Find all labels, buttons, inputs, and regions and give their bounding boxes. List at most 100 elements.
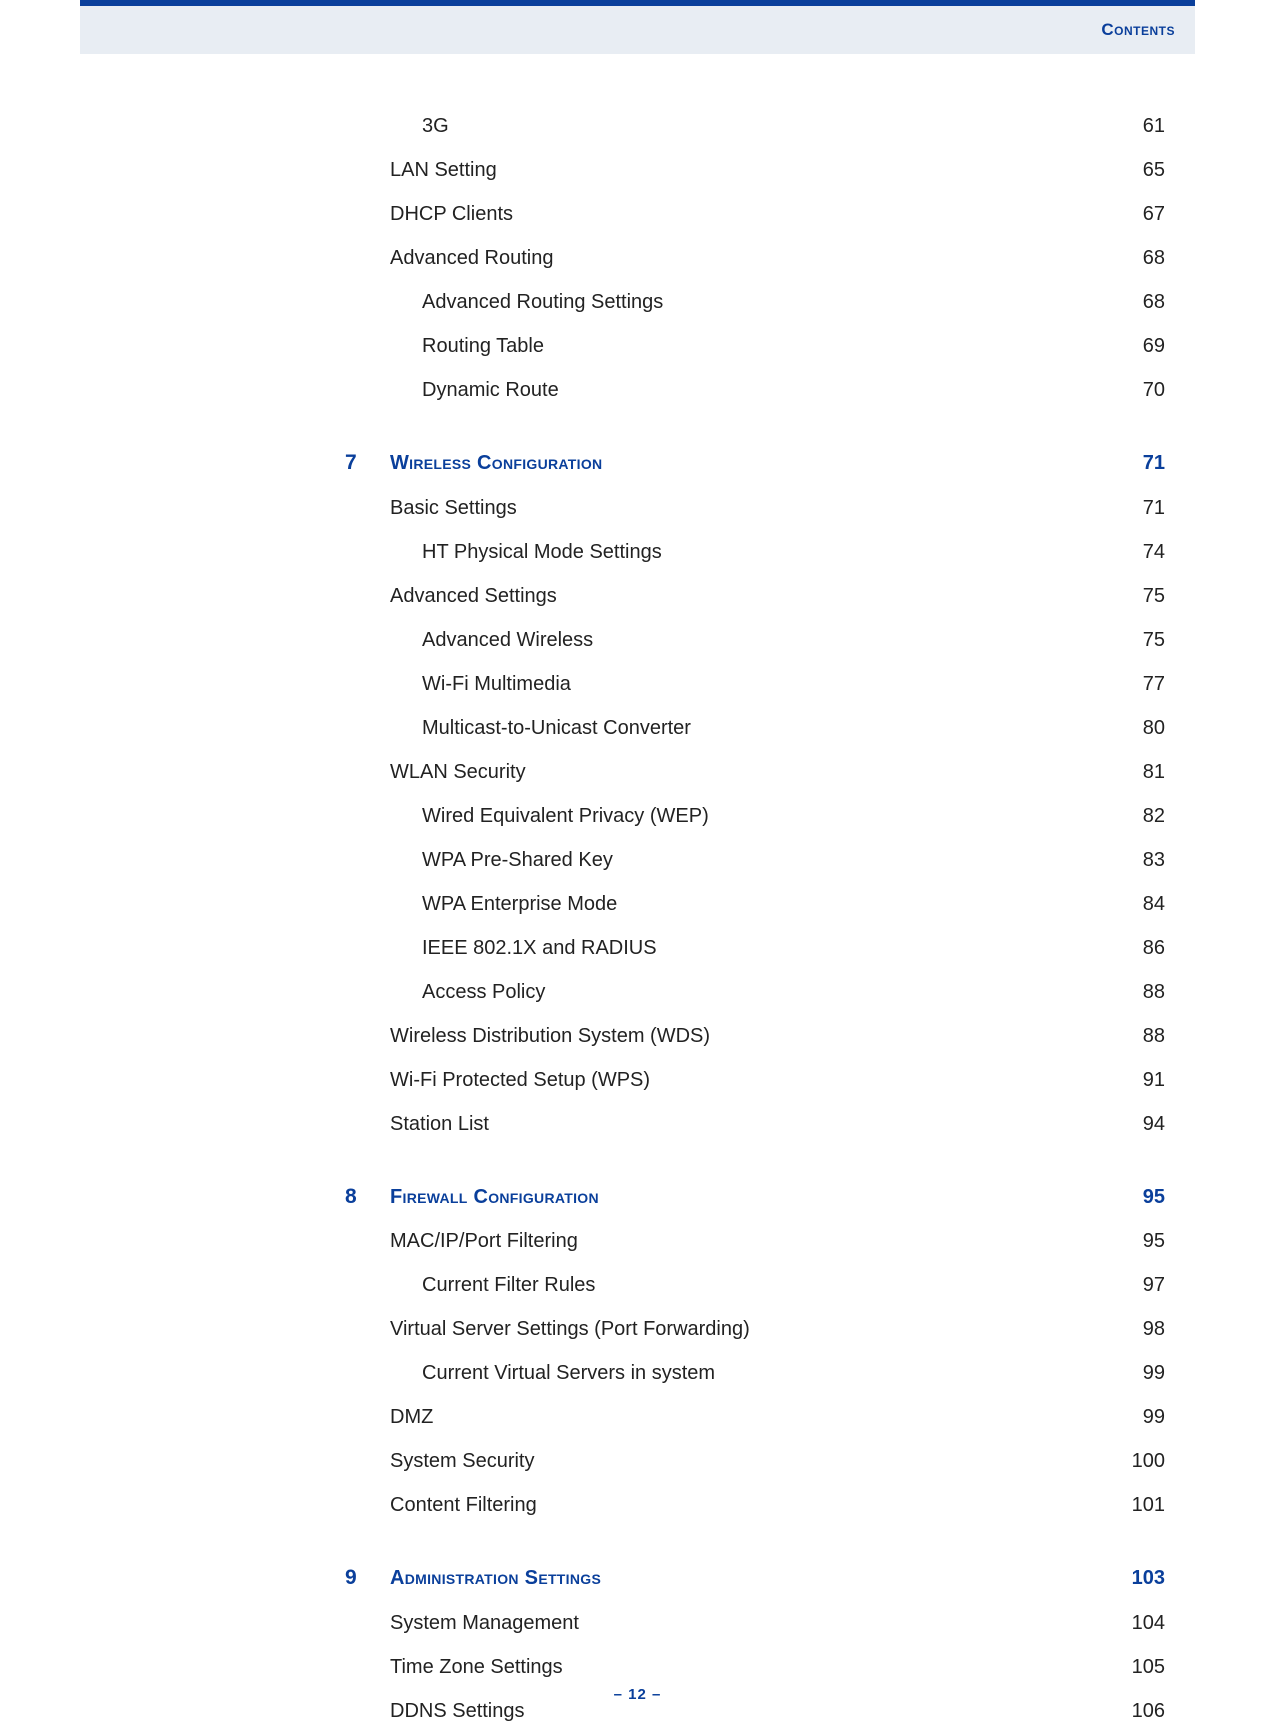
toc-entry-row[interactable]: DHCP Clients67	[345, 192, 1165, 236]
toc-entry-label: Firewall Configuration	[390, 1181, 1105, 1213]
toc-entry-page: 71	[1105, 492, 1165, 524]
toc-entry-row[interactable]: WPA Pre-Shared Key83	[345, 838, 1165, 882]
toc-entry-label: Dynamic Route	[390, 374, 1105, 406]
toc-entry-label: Virtual Server Settings (Port Forwarding…	[390, 1313, 1105, 1345]
toc-chapter-number: 8	[345, 1180, 390, 1214]
toc-entry-label: Routing Table	[390, 330, 1105, 362]
toc-entry-label: Advanced Routing Settings	[390, 286, 1105, 318]
toc-entry-row[interactable]: Virtual Server Settings (Port Forwarding…	[345, 1307, 1165, 1351]
header-label: Contents	[1101, 20, 1175, 40]
toc-entry-label: MAC/IP/Port Filtering	[390, 1225, 1105, 1257]
toc-entry-label: Wired Equivalent Privacy (WEP)	[390, 800, 1105, 832]
toc-entry-row[interactable]: Station List94	[345, 1102, 1165, 1146]
toc-entry-label: Administration Settings	[390, 1562, 1105, 1594]
toc-entry-row[interactable]: Advanced Routing Settings68	[345, 280, 1165, 324]
toc-entry-page: 95	[1105, 1181, 1165, 1213]
toc-chapter-number: 9	[345, 1561, 390, 1595]
toc-entry-row[interactable]: Advanced Wireless75	[345, 618, 1165, 662]
toc-entry-label: Wi-Fi Protected Setup (WPS)	[390, 1064, 1105, 1096]
toc-entry-page: 75	[1105, 624, 1165, 656]
toc-entry-page: 83	[1105, 844, 1165, 876]
toc-entry-page: 70	[1105, 374, 1165, 406]
toc-chapter-row[interactable]: 8Firewall Configuration95	[345, 1174, 1165, 1220]
toc-entry-label: IEEE 802.1X and RADIUS	[390, 932, 1105, 964]
toc-entry-page: 82	[1105, 800, 1165, 832]
toc-entry-page: 98	[1105, 1313, 1165, 1345]
toc-chapter-number: 7	[345, 446, 390, 480]
toc-entry-label: System Management	[390, 1607, 1105, 1639]
toc-entry-page: 68	[1105, 242, 1165, 274]
toc-entry-row[interactable]: DMZ99	[345, 1395, 1165, 1439]
toc-entry-page: 71	[1105, 447, 1165, 479]
toc-entry-label: Access Policy	[390, 976, 1105, 1008]
toc-entry-row[interactable]: Current Filter Rules97	[345, 1263, 1165, 1307]
toc-entry-row[interactable]: Wired Equivalent Privacy (WEP)82	[345, 794, 1165, 838]
toc-entry-row[interactable]: WPA Enterprise Mode84	[345, 882, 1165, 926]
toc-entry-label: Content Filtering	[390, 1489, 1105, 1521]
toc-entry-row[interactable]: Advanced Routing68	[345, 236, 1165, 280]
toc-chapter-row[interactable]: 7Wireless Configuration71	[345, 440, 1165, 486]
toc-entry-page: 104	[1105, 1607, 1165, 1639]
toc-entry-row[interactable]: Current Virtual Servers in system99	[345, 1351, 1165, 1395]
toc-entry-page: 77	[1105, 668, 1165, 700]
toc-entry-row[interactable]: Multicast-to-Unicast Converter80	[345, 706, 1165, 750]
toc-entry-page: 88	[1105, 976, 1165, 1008]
toc-entry-page: 99	[1105, 1357, 1165, 1389]
toc-entry-page: 61	[1105, 110, 1165, 142]
toc-entry-row[interactable]: IEEE 802.1X and RADIUS86	[345, 926, 1165, 970]
toc-entry-page: 100	[1105, 1445, 1165, 1477]
toc-entry-label: Current Filter Rules	[390, 1269, 1105, 1301]
toc-entry-label: Advanced Routing	[390, 242, 1105, 274]
toc-entry-row[interactable]: Wireless Distribution System (WDS)88	[345, 1014, 1165, 1058]
toc-entry-row[interactable]: Basic Settings71	[345, 486, 1165, 530]
toc-entry-page: 69	[1105, 330, 1165, 362]
toc-entry-row[interactable]: Wi-Fi Protected Setup (WPS)91	[345, 1058, 1165, 1102]
toc-entry-row[interactable]: LAN Setting65	[345, 148, 1165, 192]
toc-entry-row[interactable]: 3G61	[345, 104, 1165, 148]
toc-entry-label: WLAN Security	[390, 756, 1105, 788]
toc-entry-page: 81	[1105, 756, 1165, 788]
toc-entry-label: 3G	[390, 110, 1105, 142]
toc-entry-row[interactable]: Content Filtering101	[345, 1483, 1165, 1527]
toc-entry-page: 97	[1105, 1269, 1165, 1301]
toc-entry-label: LAN Setting	[390, 154, 1105, 186]
page-number: – 12 –	[614, 1686, 662, 1703]
toc-entry-row[interactable]: System Security100	[345, 1439, 1165, 1483]
toc-entry-page: 95	[1105, 1225, 1165, 1257]
toc-entry-page: 80	[1105, 712, 1165, 744]
toc-entry-row[interactable]: MAC/IP/Port Filtering95	[345, 1219, 1165, 1263]
toc-entry-page: 94	[1105, 1108, 1165, 1140]
toc-entry-page: 86	[1105, 932, 1165, 964]
toc-entry-page: 68	[1105, 286, 1165, 318]
header-band: Contents	[80, 6, 1195, 54]
toc-entry-row[interactable]: Advanced Settings75	[345, 574, 1165, 618]
toc-entry-row[interactable]: System Management104	[345, 1601, 1165, 1645]
toc-entry-label: Basic Settings	[390, 492, 1105, 524]
toc-entry-row[interactable]: Time Zone Settings105	[345, 1645, 1165, 1689]
toc-entry-row[interactable]: Routing Table69	[345, 324, 1165, 368]
toc-entry-page: 99	[1105, 1401, 1165, 1433]
toc-entry-page: 101	[1105, 1489, 1165, 1521]
toc-entry-label: Advanced Wireless	[390, 624, 1105, 656]
toc-entry-page: 65	[1105, 154, 1165, 186]
toc-entry-label: Station List	[390, 1108, 1105, 1140]
toc-entry-label: Current Virtual Servers in system	[390, 1357, 1105, 1389]
page-footer: – 12 –	[0, 1686, 1275, 1703]
toc-entry-label: DHCP Clients	[390, 198, 1105, 230]
toc-entry-label: System Security	[390, 1445, 1105, 1477]
toc-entry-page: 84	[1105, 888, 1165, 920]
toc-entry-page: 88	[1105, 1020, 1165, 1052]
toc-entry-row[interactable]: Wi-Fi Multimedia77	[345, 662, 1165, 706]
toc-chapter-row[interactable]: 9Administration Settings103	[345, 1555, 1165, 1601]
toc-entry-label: Time Zone Settings	[390, 1651, 1105, 1683]
toc-entry-row[interactable]: Access Policy88	[345, 970, 1165, 1014]
toc-entry-label: Wireless Distribution System (WDS)	[390, 1020, 1105, 1052]
toc-entry-row[interactable]: WLAN Security81	[345, 750, 1165, 794]
toc-entry-label: Advanced Settings	[390, 580, 1105, 612]
toc-entry-label: WPA Pre-Shared Key	[390, 844, 1105, 876]
toc-entry-page: 105	[1105, 1651, 1165, 1683]
toc-entry-row[interactable]: HT Physical Mode Settings74	[345, 530, 1165, 574]
toc-entry-label: HT Physical Mode Settings	[390, 536, 1105, 568]
toc-entry-row[interactable]: Dynamic Route70	[345, 368, 1165, 412]
toc-container: 3G61LAN Setting65DHCP Clients67Advanced …	[345, 104, 1165, 1733]
